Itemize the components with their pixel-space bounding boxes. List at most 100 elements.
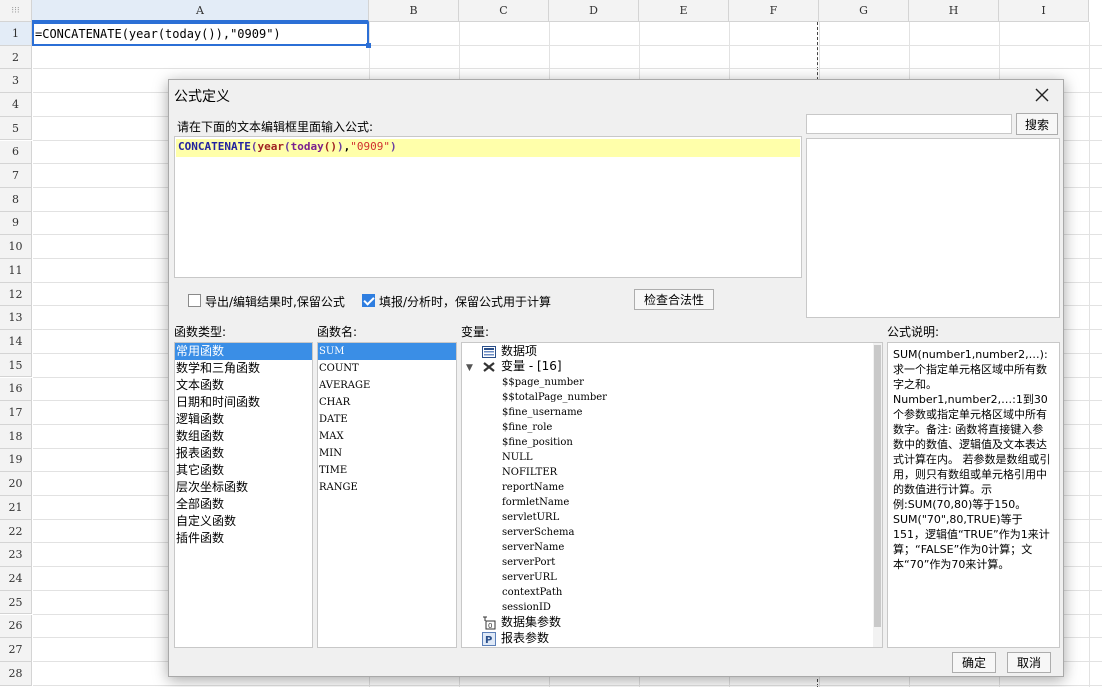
column-header-b[interactable]: B	[369, 0, 459, 22]
function-type-list[interactable]: 常用函数 数学和三角函数 文本函数 日期和时间函数 逻辑函数 数组函数 报表函数 其它函数 层次…	[174, 342, 313, 648]
row-header-28[interactable]: 28	[0, 661, 32, 686]
row-header-17[interactable]: 17	[0, 401, 32, 425]
row-header-3[interactable]: 3	[0, 69, 32, 94]
column-header-a[interactable]: A	[32, 0, 369, 22]
row-header-6[interactable]: 6	[0, 140, 32, 165]
column-header-e[interactable]: E	[639, 0, 729, 22]
row-header-24[interactable]: 24	[0, 567, 32, 591]
row-header-26[interactable]: 26	[0, 614, 32, 639]
tree-data-item[interactable]: 数据项	[482, 344, 537, 359]
row-header-16[interactable]: 16	[0, 377, 32, 402]
variable-tree[interactable]: 数据项 ▼ 变量 - [16] $$page_number $$totalPage_nu…	[461, 342, 883, 648]
keep-formula-fill-label[interactable]: 填报/分析时，保留公式用于计算	[379, 293, 551, 310]
tree-variable-item[interactable]: formletName	[502, 495, 569, 510]
column-header-f[interactable]: F	[729, 0, 819, 22]
tree-variable-group[interactable]: ▼ 变量 - [16]	[466, 359, 562, 374]
function-name-list[interactable]: SUM COUNT AVERAGE CHAR DATE MAX MIN TIME RANGE	[317, 342, 457, 648]
fill-handle[interactable]	[366, 43, 371, 48]
tree-variable-item[interactable]: contextPath	[502, 585, 562, 600]
formula-text[interactable]: CONCATENATE(year(today()),"0909")	[176, 139, 800, 157]
function-name-item[interactable]: COUNT	[318, 360, 456, 377]
tree-report-params[interactable]: P 报表参数	[482, 631, 549, 646]
scrollbar-thumb[interactable]	[874, 345, 881, 627]
row-header-27[interactable]: 27	[0, 638, 32, 662]
row-header-8[interactable]: 8	[0, 187, 32, 212]
function-name-item[interactable]: MIN	[318, 445, 456, 462]
column-header-i[interactable]: I	[999, 0, 1089, 22]
row-header-23[interactable]: 23	[0, 543, 32, 568]
function-type-item[interactable]: 逻辑函数	[175, 411, 312, 428]
function-type-item[interactable]: 数学和三角函数	[175, 360, 312, 377]
row-header-15[interactable]: 15	[0, 353, 32, 378]
tree-variable-item[interactable]: sessionID	[502, 600, 551, 615]
row-header-9[interactable]: 9	[0, 211, 32, 236]
row-header-2[interactable]: 2	[0, 45, 32, 70]
function-type-item[interactable]: 报表函数	[175, 445, 312, 462]
row-header-22[interactable]: 22	[0, 519, 32, 544]
function-type-item[interactable]: 日期和时间函数	[175, 394, 312, 411]
function-name-item[interactable]: MAX	[318, 428, 456, 445]
row-header-20[interactable]: 20	[0, 472, 32, 496]
keep-formula-fill-checkbox[interactable]	[362, 294, 375, 307]
search-results-box[interactable]	[806, 138, 1060, 318]
tree-variable-item[interactable]: $fine_username	[502, 405, 582, 420]
close-icon[interactable]	[1033, 86, 1051, 104]
function-type-item[interactable]: 数组函数	[175, 428, 312, 445]
keep-formula-export-checkbox[interactable]	[188, 294, 201, 307]
tree-variable-item[interactable]: NOFILTER	[502, 465, 557, 480]
formula-editor[interactable]: CONCATENATE(year(today()),"0909")	[174, 136, 802, 278]
tree-variable-item[interactable]: reportName	[502, 480, 564, 495]
tree-variable-item[interactable]: serverName	[502, 540, 564, 555]
tree-variable-item[interactable]: serverURL	[502, 570, 557, 585]
function-type-item[interactable]: 插件函数	[175, 530, 312, 547]
function-type-item[interactable]: 常用函数	[175, 343, 312, 360]
function-type-item[interactable]: 全部函数	[175, 496, 312, 513]
row-header-14[interactable]: 14	[0, 330, 32, 354]
row-header-21[interactable]: 21	[0, 496, 32, 520]
tree-variable-item[interactable]: serverSchema	[502, 525, 574, 540]
column-header-h[interactable]: H	[909, 0, 999, 22]
variable-scrollbar[interactable]	[873, 343, 882, 647]
row-header-5[interactable]: 5	[0, 116, 32, 141]
row-header-19[interactable]: 19	[0, 448, 32, 473]
row-header-25[interactable]: 25	[0, 590, 32, 615]
validate-button[interactable]: 检查合法性	[634, 289, 714, 310]
function-type-item[interactable]: 自定义函数	[175, 513, 312, 530]
tree-variable-item[interactable]: servletURL	[502, 510, 559, 525]
column-header-g[interactable]: G	[819, 0, 909, 22]
row-header-10[interactable]: 10	[0, 235, 32, 259]
column-header-c[interactable]: C	[459, 0, 549, 22]
function-type-item[interactable]: 层次坐标函数	[175, 479, 312, 496]
tree-dataset-params[interactable]: 0 数据集参数	[482, 615, 561, 630]
function-type-item[interactable]: 其它函数	[175, 462, 312, 479]
tree-variable-item[interactable]: NULL	[502, 450, 532, 465]
function-name-item[interactable]: RANGE	[318, 479, 456, 496]
row-header-7[interactable]: 7	[0, 164, 32, 188]
function-type-item[interactable]: 文本函数	[175, 377, 312, 394]
tree-variable-item[interactable]: serverPort	[502, 555, 555, 570]
cancel-button[interactable]: 取消	[1007, 652, 1051, 673]
search-button[interactable]: 搜索	[1016, 113, 1058, 135]
row-header-11[interactable]: 11	[0, 259, 32, 283]
function-name-item[interactable]: TIME	[318, 462, 456, 479]
tree-variable-item[interactable]: $fine_position	[502, 435, 573, 450]
function-name-item[interactable]: SUM	[318, 343, 456, 360]
row-header-12[interactable]: 12	[0, 282, 32, 307]
row-header-1[interactable]: 1	[0, 22, 32, 46]
function-name-item[interactable]: AVERAGE	[318, 377, 456, 394]
row-header-4[interactable]: 4	[0, 93, 32, 117]
keep-formula-export-label[interactable]: 导出/编辑结果时,保留公式	[205, 293, 345, 310]
tree-variable-item[interactable]: $$totalPage_number	[502, 390, 607, 405]
select-all-corner[interactable]: ⁝⁝⁝	[0, 0, 32, 22]
tree-variable-item[interactable]: $fine_role	[502, 420, 552, 435]
row-header-18[interactable]: 18	[0, 424, 32, 449]
ok-button[interactable]: 确定	[952, 652, 996, 673]
row-header-13[interactable]: 13	[0, 306, 32, 331]
function-name-item[interactable]: CHAR	[318, 394, 456, 411]
cell-a1[interactable]: =CONCATENATE(year(today()),"0909")	[32, 22, 369, 46]
function-name-item[interactable]: DATE	[318, 411, 456, 428]
search-input[interactable]	[806, 114, 1012, 134]
expand-caret-icon[interactable]: ▼	[466, 361, 482, 376]
tree-variable-item[interactable]: $$page_number	[502, 375, 584, 390]
column-header-d[interactable]: D	[549, 0, 639, 22]
